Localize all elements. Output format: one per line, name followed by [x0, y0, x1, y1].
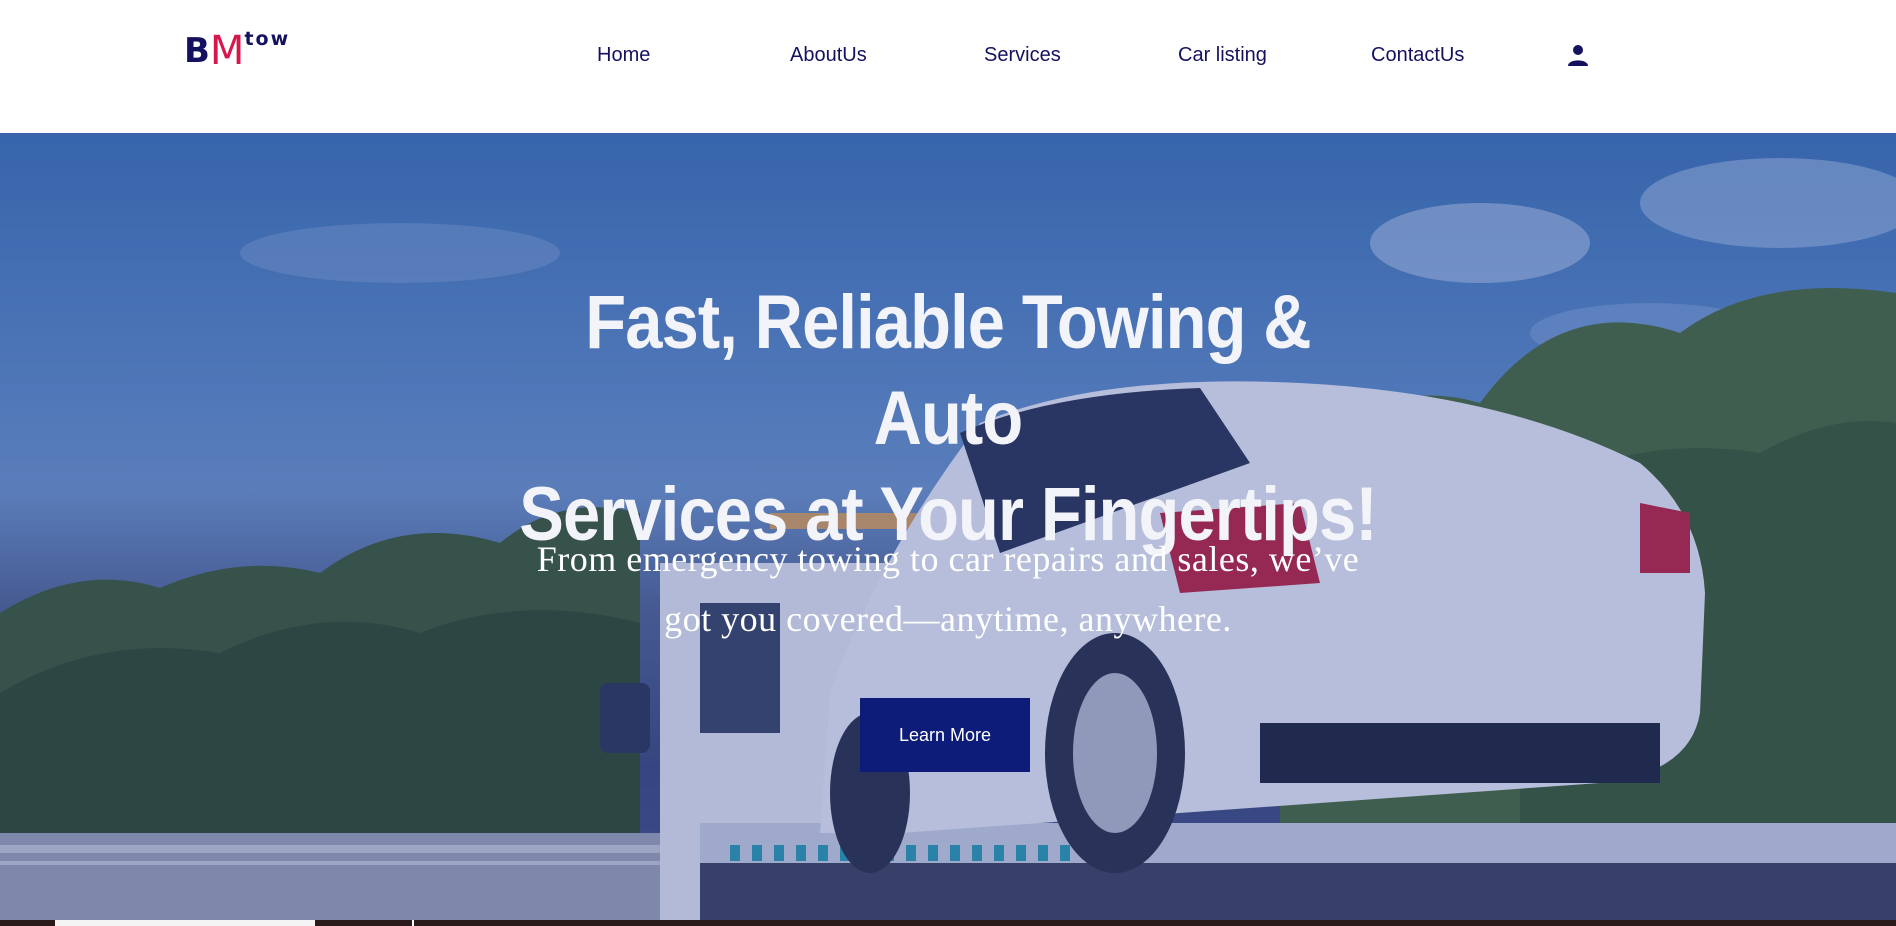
next-section-edge: [0, 920, 1896, 926]
nav-home[interactable]: Home: [597, 44, 650, 67]
hero-subtitle-line-1: From emergency towing to car repairs and…: [536, 539, 1360, 579]
logo-suffix: tow: [244, 28, 291, 50]
nav-about-us[interactable]: AboutUs: [790, 44, 867, 67]
hero-subtitle-line-2: got you covered—anytime, anywhere.: [664, 599, 1232, 639]
logo-letter-b: B: [184, 31, 210, 71]
hero-title-line-1: Fast, Reliable Towing & Auto: [585, 280, 1311, 461]
hero-title: Fast, Reliable Towing & Auto Services at…: [508, 275, 1388, 563]
nav-services[interactable]: Services: [984, 44, 1061, 67]
logo-letter-m: M: [209, 28, 245, 74]
next-section-card-edge: [55, 920, 315, 926]
learn-more-button[interactable]: Learn More: [860, 698, 1030, 772]
hero-subtitle: From emergency towing to car repairs and…: [448, 529, 1448, 649]
next-section-divider: [412, 920, 414, 926]
nav-contact-us[interactable]: ContactUs: [1371, 44, 1464, 67]
site-header: B M tow Home AboutUs Services Car listin…: [0, 0, 1896, 133]
hero-section: Fast, Reliable Towing & Auto Services at…: [0, 133, 1896, 926]
brand-logo[interactable]: B M tow: [184, 28, 290, 74]
user-icon[interactable]: [1566, 43, 1590, 67]
nav-car-listing[interactable]: Car listing: [1178, 44, 1267, 67]
